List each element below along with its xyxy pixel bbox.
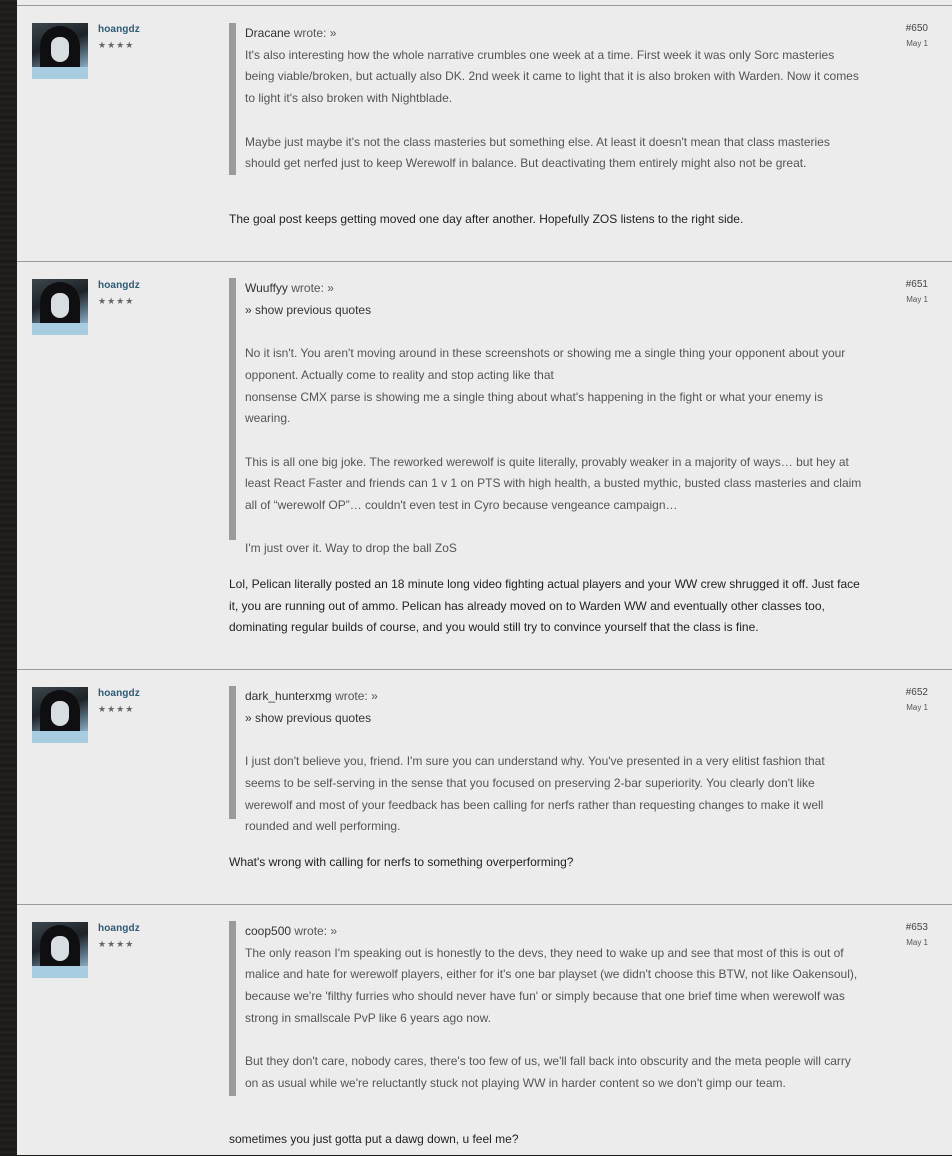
quote-paragraph: But they don't care, nobody cares, there… xyxy=(245,1054,851,1090)
username-link[interactable]: hoangdz xyxy=(98,688,140,699)
user-avatar[interactable] xyxy=(32,23,88,79)
post-body: dark_hunterxmg wrote: » » show previous … xyxy=(229,686,863,833)
rank-stars: ★★★★ xyxy=(98,40,135,50)
quote-author-link[interactable]: coop500 xyxy=(245,924,291,938)
quote-paragraph: Maybe just maybe it's not the class mast… xyxy=(245,134,830,171)
reply-text: sometimes you just gotta put a dawg down… xyxy=(229,1132,519,1146)
user-avatar[interactable] xyxy=(32,279,88,335)
user-avatar[interactable] xyxy=(32,922,88,978)
quote-paragraph: I'm just over it. Way to drop the ball Z… xyxy=(245,541,457,556)
post-body: Dracane wrote: » It's also interesting h… xyxy=(229,23,863,175)
post-number-link[interactable]: #653 xyxy=(906,922,928,933)
post: hoangdz ★★★★ #652 May 1 dark_hunterxmg w… xyxy=(17,669,952,904)
username-link[interactable]: hoangdz xyxy=(98,923,140,934)
rank-stars: ★★★★ xyxy=(98,704,135,714)
reply-text: The goal post keeps getting moved one da… xyxy=(229,212,744,226)
post: hoangdz ★★★★ #650 May 1 Dracane wrote: »… xyxy=(17,5,952,261)
quote-author-link[interactable]: dark_hunterxmg xyxy=(245,689,332,703)
show-previous-quotes-link[interactable]: » show previous quotes xyxy=(245,708,863,730)
quote-paragraph: It's also interesting how the whole narr… xyxy=(245,47,859,106)
wrote-link[interactable]: wrote: » xyxy=(291,281,334,295)
reply-text: What's wrong with calling for nerfs to s… xyxy=(229,855,574,869)
username-link[interactable]: hoangdz xyxy=(98,280,140,291)
page-side-border xyxy=(0,0,17,1155)
thread-page: hoangdz ★★★★ #650 May 1 Dracane wrote: »… xyxy=(17,0,952,1155)
wrote-link[interactable]: wrote: » xyxy=(335,689,378,703)
quote-paragraph: No it isn't. You aren't moving around in… xyxy=(245,346,846,426)
wrote-link[interactable]: wrote: » xyxy=(294,924,337,938)
user-avatar[interactable] xyxy=(32,687,88,743)
blockquote: Dracane wrote: » It's also interesting h… xyxy=(229,23,863,175)
post-date: May 1 xyxy=(906,938,928,947)
quote-paragraph: The only reason I'm speaking out is hone… xyxy=(245,945,858,1025)
quote-author-link[interactable]: Wuuffyy xyxy=(245,281,288,295)
blockquote: dark_hunterxmg wrote: » » show previous … xyxy=(229,686,863,833)
post-number-link[interactable]: #650 xyxy=(906,23,928,34)
post: hoangdz ★★★★ #653 May 1 coop500 wrote: »… xyxy=(17,904,952,1156)
post-number-link[interactable]: #652 xyxy=(906,687,928,698)
post-date: May 1 xyxy=(906,703,928,712)
show-previous-quotes-link[interactable]: » show previous quotes xyxy=(245,300,863,322)
blockquote: Wuuffyy wrote: » » show previous quotes … xyxy=(229,278,863,555)
post-number-link[interactable]: #651 xyxy=(906,279,928,290)
rank-stars: ★★★★ xyxy=(98,296,135,306)
username-link[interactable]: hoangdz xyxy=(98,24,140,35)
quote-paragraph: This is all one big joke. The reworked w… xyxy=(245,454,862,512)
quote-author-link[interactable]: Dracane xyxy=(245,26,290,40)
post-body: coop500 wrote: » The only reason I'm spe… xyxy=(229,921,863,1096)
post-date: May 1 xyxy=(906,39,928,48)
blockquote: coop500 wrote: » The only reason I'm spe… xyxy=(229,921,863,1096)
reply-text: Lol, Pelican literally posted an 18 minu… xyxy=(229,577,860,635)
wrote-link[interactable]: wrote: » xyxy=(294,26,337,40)
quote-paragraph: I just don't believe you, friend. I'm su… xyxy=(245,754,825,834)
post-date: May 1 xyxy=(906,295,928,304)
post: hoangdz ★★★★ #651 May 1 Wuuffyy wrote: »… xyxy=(17,261,952,669)
post-body: Wuuffyy wrote: » » show previous quotes … xyxy=(229,278,863,555)
rank-stars: ★★★★ xyxy=(98,939,135,949)
